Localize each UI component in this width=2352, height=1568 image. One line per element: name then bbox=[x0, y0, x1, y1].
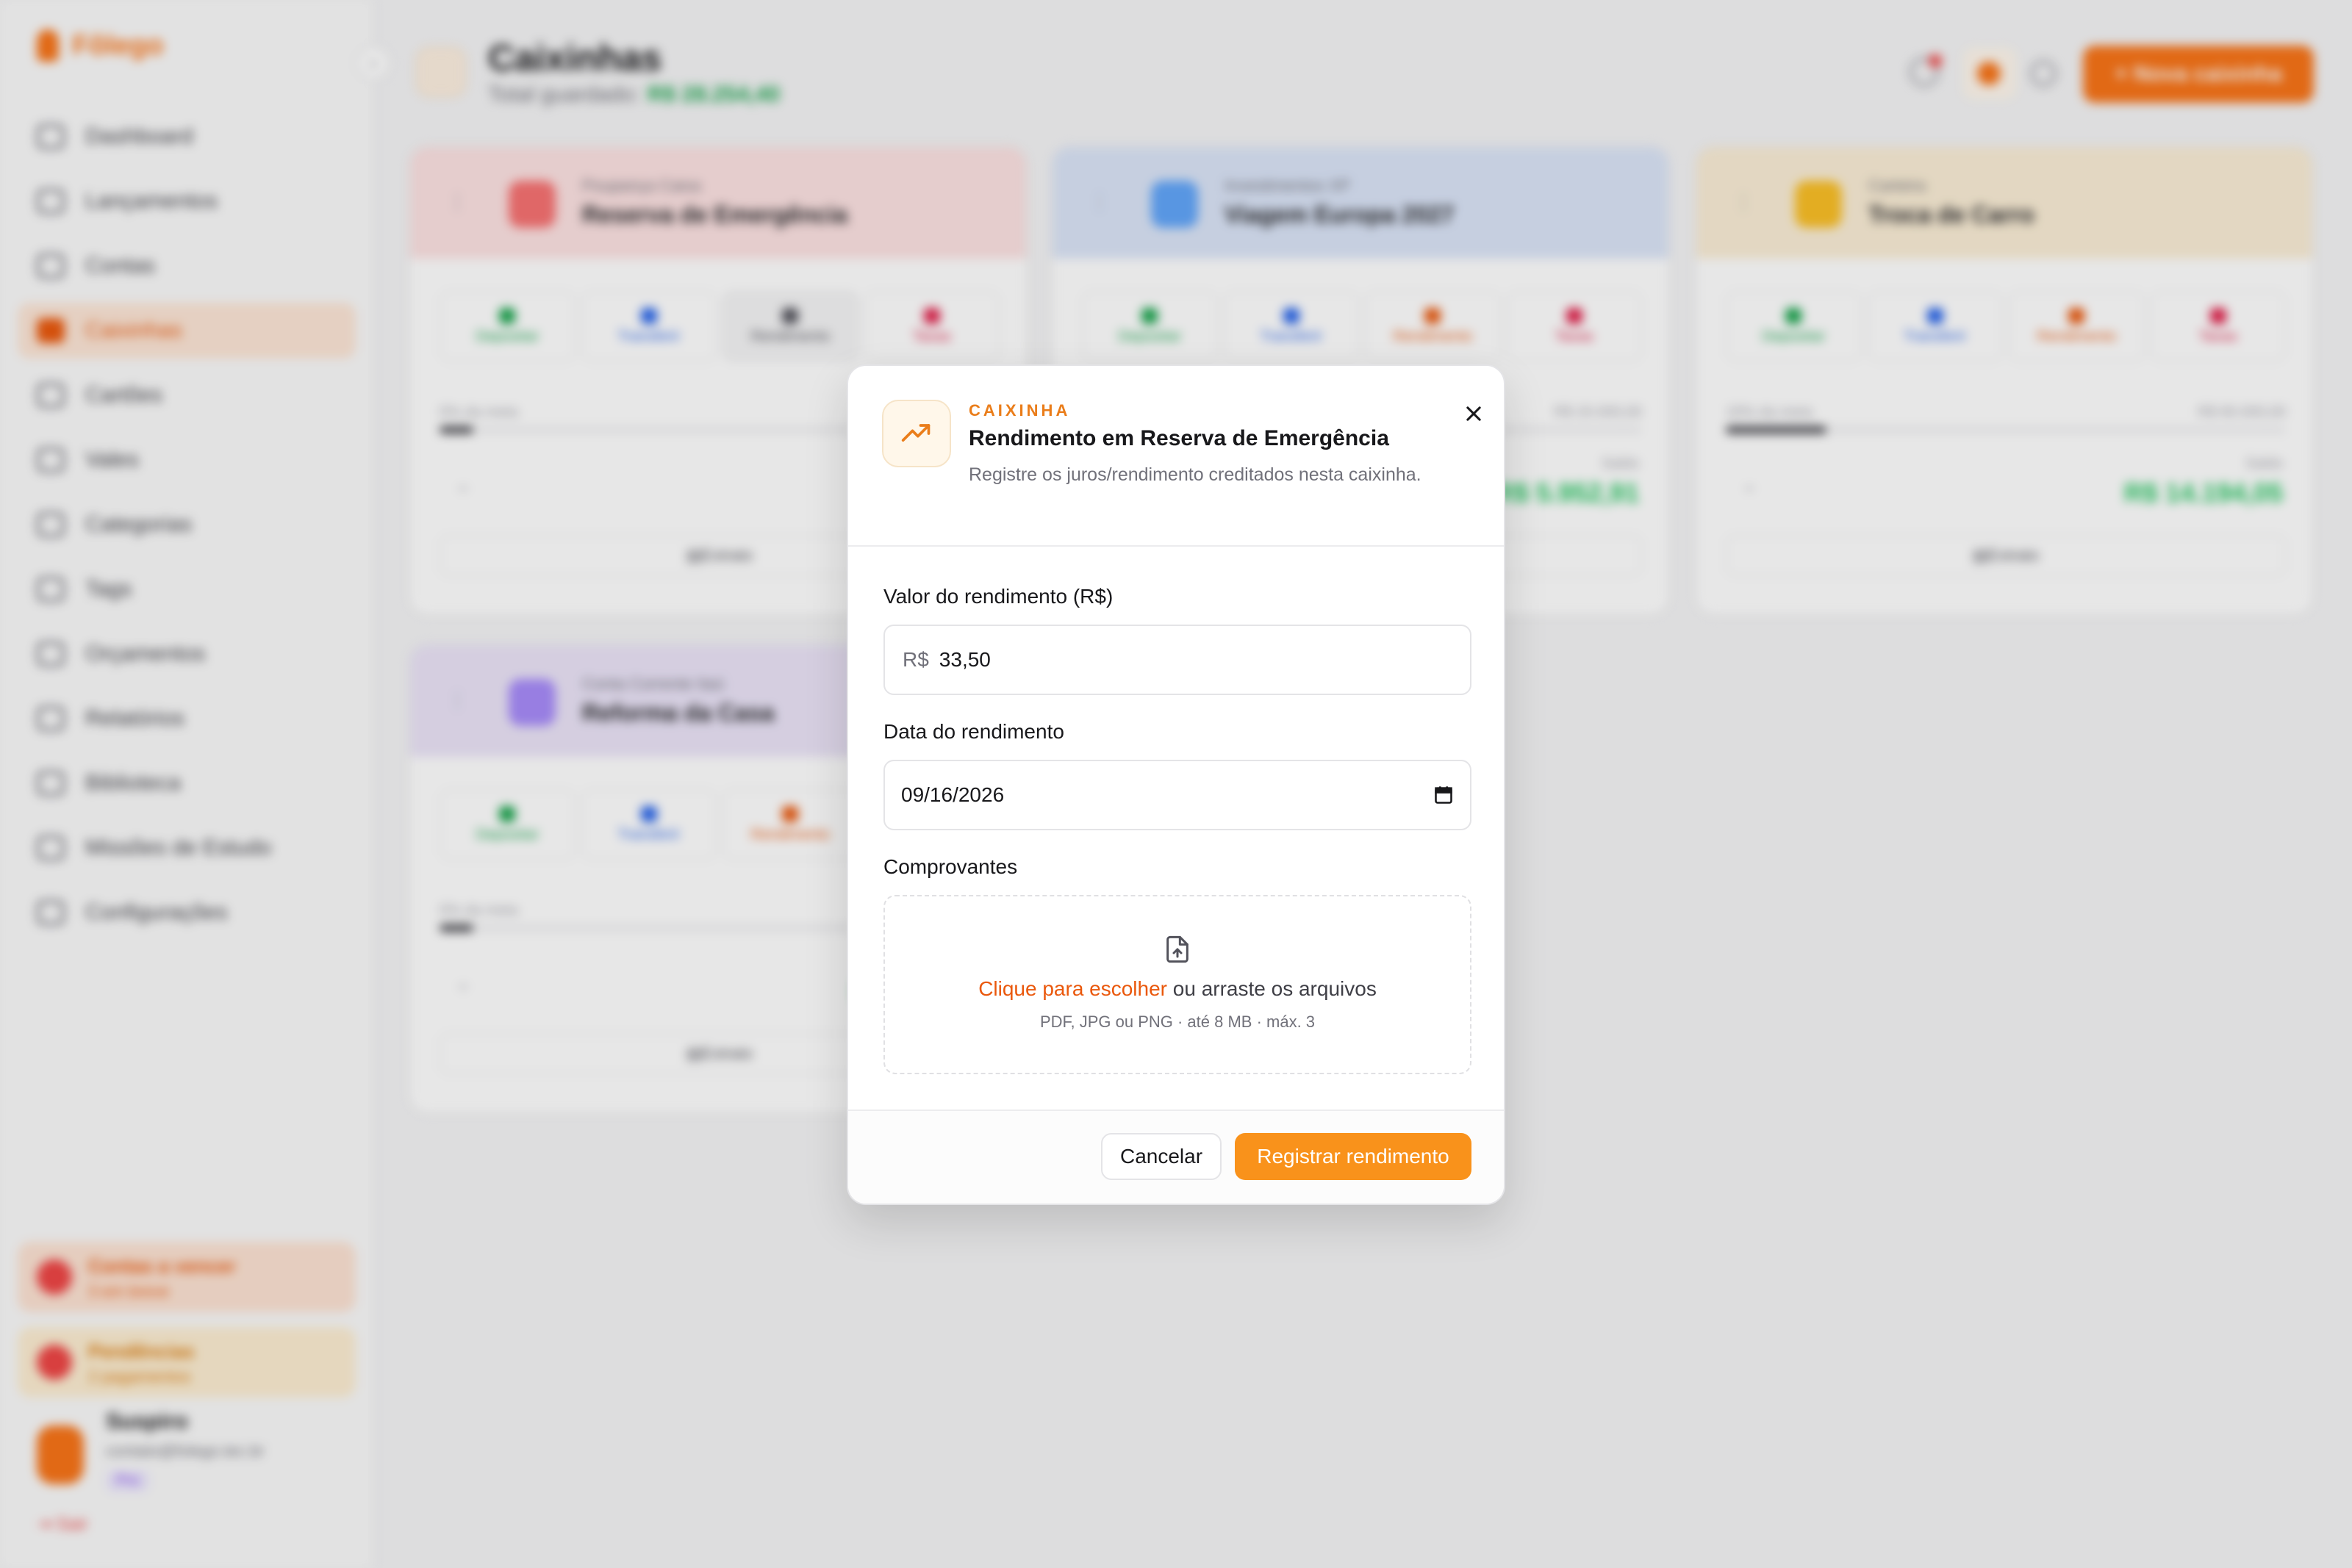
amount-value: 33,50 bbox=[939, 648, 991, 671]
modal-description: Registre os juros/rendimento creditados … bbox=[969, 464, 1421, 485]
cancel-button[interactable]: Cancelar bbox=[1101, 1133, 1222, 1180]
file-upload-icon bbox=[1166, 935, 1188, 963]
amount-label: Valor do rendimento (R$) bbox=[883, 585, 1114, 608]
dropzone-rest: ou arraste os arquivos bbox=[1167, 977, 1377, 1000]
dropzone-hint: PDF, JPG ou PNG · até 8 MB · máx. 3 bbox=[1039, 1013, 1316, 1031]
attachments-label: Comprovantes bbox=[883, 855, 1018, 878]
modal-title: Rendimento em Reserva de Emergência bbox=[969, 426, 1389, 450]
close-icon bbox=[1466, 406, 1481, 421]
trending-up-icon bbox=[882, 400, 951, 467]
amount-input[interactable]: R$ 33,50 bbox=[883, 625, 1471, 695]
modal-header: CAIXINHA Rendimento em Reserva de Emergê… bbox=[848, 366, 1504, 547]
date-value: 09/16/2026 bbox=[901, 783, 1005, 806]
close-button[interactable] bbox=[1452, 392, 1495, 435]
choose-file-link[interactable]: Clique para escolher bbox=[978, 977, 1167, 1000]
currency-prefix: R$ bbox=[903, 648, 929, 671]
file-dropzone[interactable]: Clique para escolher ou arraste os arqui… bbox=[883, 895, 1471, 1074]
calendar-icon[interactable] bbox=[1433, 785, 1454, 805]
date-label: Data do rendimento bbox=[883, 720, 1064, 743]
submit-yield-button[interactable]: Registrar rendimento bbox=[1235, 1133, 1471, 1180]
date-input[interactable]: 09/16/2026 bbox=[883, 760, 1471, 830]
modal-eyebrow: CAIXINHA bbox=[969, 401, 1071, 420]
modal-footer: Cancelar Registrar rendimento bbox=[848, 1110, 1504, 1204]
dropzone-text: Clique para escolher ou arraste os arqui… bbox=[978, 977, 1377, 1001]
yield-modal: CAIXINHA Rendimento em Reserva de Emergê… bbox=[847, 364, 1505, 1205]
